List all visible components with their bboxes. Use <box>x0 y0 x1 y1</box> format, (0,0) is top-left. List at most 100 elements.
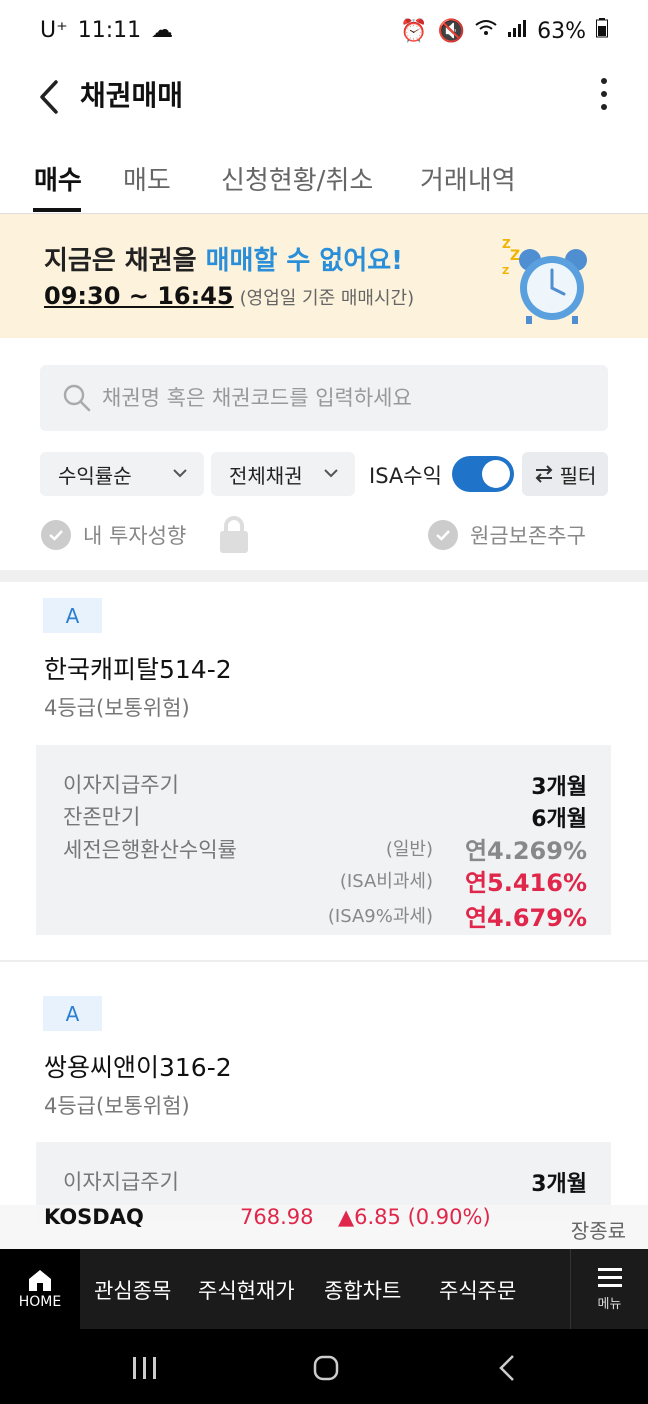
yield-value: 연5.416% <box>464 869 587 897</box>
swap-arrows-icon <box>535 465 553 483</box>
my-profile-check[interactable]: 내 투자성향 <box>41 520 186 550</box>
nav-stock-order[interactable]: 주식주문 <box>439 1275 516 1305</box>
index-change: ▲6.85 (0.90%) <box>338 1205 491 1229</box>
tab-buy[interactable]: 매수 <box>34 160 82 197</box>
home-circle-icon[interactable] <box>312 1354 340 1382</box>
filter-button-label: 필터 <box>559 463 597 488</box>
recent-apps-icon[interactable] <box>130 1355 160 1381</box>
system-nav-bar <box>0 1329 648 1404</box>
nav-chart[interactable]: 종합차트 <box>324 1275 401 1305</box>
isa-yield-toggle[interactable] <box>452 456 514 492</box>
notice-prefix: 지금은 채권을 <box>44 246 206 276</box>
bond-info-box: 이자지급주기 3개월 잔존만기 6개월 세전은행환산수익률 (일반) 연4.26… <box>36 745 611 935</box>
pre-tax-yield-label: 세전은행환산수익률 <box>63 838 237 862</box>
tab-request-status[interactable]: 신청현황/취소 <box>221 160 373 197</box>
section-divider <box>0 570 648 582</box>
svg-text:Z: Z <box>502 266 509 277</box>
interest-cycle-value: 3개월 <box>531 775 587 800</box>
sort-select[interactable]: 수익률순 <box>40 452 204 496</box>
wifi-icon <box>475 18 497 44</box>
yield-value: 연4.269% <box>464 837 587 865</box>
interest-cycle-label: 이자지급주기 <box>63 1170 179 1194</box>
yield-type-label: (ISA비과세) <box>339 871 433 892</box>
lock-icon <box>220 516 248 553</box>
bond-risk-grade: 4등급(보통위험) <box>44 696 190 720</box>
svg-text:Z: Z <box>510 248 520 264</box>
credit-grade-badge: A <box>43 598 102 633</box>
alarm-icon: ⏰ <box>400 18 428 44</box>
status-bar: U⁺ 11:11 ☁ ⏰ 🔇 63% <box>0 0 648 66</box>
tab-trade-history[interactable]: 거래내역 <box>420 160 516 197</box>
menu-label: 메뉴 <box>597 1296 622 1312</box>
principal-preservation-label: 원금보존추구 <box>470 524 586 548</box>
notice-headline: 지금은 채권을 매매할 수 없어요! <box>44 240 403 277</box>
filter-button[interactable]: 필터 <box>522 452 608 496</box>
remaining-maturity-value: 6개월 <box>531 807 587 832</box>
page-title: 채권매매 <box>80 79 184 112</box>
dot-icon <box>601 104 607 110</box>
search-input[interactable] <box>102 386 582 410</box>
isa-yield-label: ISA수익 <box>369 464 442 488</box>
sleeping-alarm-clock-icon: Z Z Z <box>502 237 587 324</box>
market-ticker[interactable]: KOSDAQ 768.98 ▲6.85 (0.90%) 장종료 <box>0 1205 648 1249</box>
bond-type-select-label: 전체채권 <box>229 463 303 488</box>
remaining-maturity-label: 잔존만기 <box>63 805 141 829</box>
index-value: 768.98 <box>240 1205 314 1229</box>
sort-select-label: 수익률순 <box>58 463 132 488</box>
carrier-label: U⁺ <box>40 18 68 43</box>
check-circle-icon <box>41 520 71 550</box>
battery-icon <box>596 18 608 44</box>
bottom-nav: HOME 관심종목 주식현재가 종합차트 주식주문 메뉴 <box>0 1249 648 1329</box>
status-right: ⏰ 🔇 63% <box>400 18 608 44</box>
interest-cycle-value: 3개월 <box>531 1172 587 1197</box>
cloud-icon: ☁ <box>151 18 174 43</box>
bond-name: 쌍용씨앤이316-2 <box>44 1053 232 1082</box>
my-profile-label: 내 투자성향 <box>83 524 187 548</box>
notice-time-row: 09:30 ~ 16:45 (영업일 기준 매매시간) <box>44 282 414 310</box>
principal-preservation-check[interactable]: 원금보존추구 <box>428 520 586 550</box>
chevron-left-icon <box>40 80 58 114</box>
battery-level: 63% <box>537 18 586 44</box>
hamburger-menu-icon <box>597 1267 622 1287</box>
yield-value: 연4.679% <box>464 904 587 932</box>
trading-time-note: (영업일 기준 매매시간) <box>239 288 415 309</box>
bond-card[interactable]: A 한국캐피탈514-2 4등급(보통위험) 이자지급주기 3개월 잔존만기 6… <box>0 582 648 960</box>
more-options-button[interactable] <box>594 74 614 114</box>
tab-bar: 매수 매도 신청현황/취소 거래내역 <box>0 150 648 214</box>
bond-risk-grade: 4등급(보통위험) <box>44 1094 190 1118</box>
system-back-icon[interactable] <box>497 1354 517 1382</box>
chevron-down-icon <box>173 469 187 478</box>
trading-hours-notice: 지금은 채권을 매매할 수 없어요! 09:30 ~ 16:45 (영업일 기준 … <box>0 214 648 338</box>
home-label: HOME <box>18 1294 62 1310</box>
market-closed-label: 장종료 <box>570 1219 626 1243</box>
interest-cycle-label: 이자지급주기 <box>63 773 179 797</box>
home-icon <box>29 1270 51 1291</box>
search-icon <box>63 384 91 412</box>
toggle-knob <box>482 460 510 488</box>
back-button[interactable] <box>30 74 74 118</box>
bond-search-box[interactable] <box>40 365 608 431</box>
tab-sell[interactable]: 매도 <box>123 160 171 197</box>
mute-icon: 🔇 <box>437 18 466 44</box>
chevron-down-icon <box>324 469 338 478</box>
yield-type-label: (ISA9%과세) <box>327 906 433 927</box>
status-left: U⁺ 11:11 ☁ <box>40 18 173 43</box>
dot-icon <box>601 78 607 84</box>
dot-icon <box>601 91 607 97</box>
app-header: 채권매매 <box>0 66 648 146</box>
check-circle-icon <box>428 520 458 550</box>
bond-type-select[interactable]: 전체채권 <box>211 452 355 496</box>
nav-stock-price[interactable]: 주식현재가 <box>198 1275 295 1305</box>
active-tab-indicator <box>33 208 81 212</box>
index-name: KOSDAQ <box>44 1205 144 1229</box>
yield-type-label: (일반) <box>385 839 433 860</box>
home-button[interactable]: HOME <box>0 1249 80 1329</box>
menu-button[interactable]: 메뉴 <box>570 1249 648 1329</box>
trading-time-range: 09:30 ~ 16:45 <box>44 282 234 310</box>
bond-name: 한국캐피탈514-2 <box>44 655 232 684</box>
signal-icon <box>507 18 527 44</box>
notice-highlight: 매매할 수 없어요! <box>205 246 404 276</box>
bond-card[interactable]: A 쌍용씨앤이316-2 4등급(보통위험) 이자지급주기 3개월 <box>0 962 648 1222</box>
nav-watchlist[interactable]: 관심종목 <box>94 1275 171 1305</box>
clock-time: 11:11 <box>77 18 142 43</box>
